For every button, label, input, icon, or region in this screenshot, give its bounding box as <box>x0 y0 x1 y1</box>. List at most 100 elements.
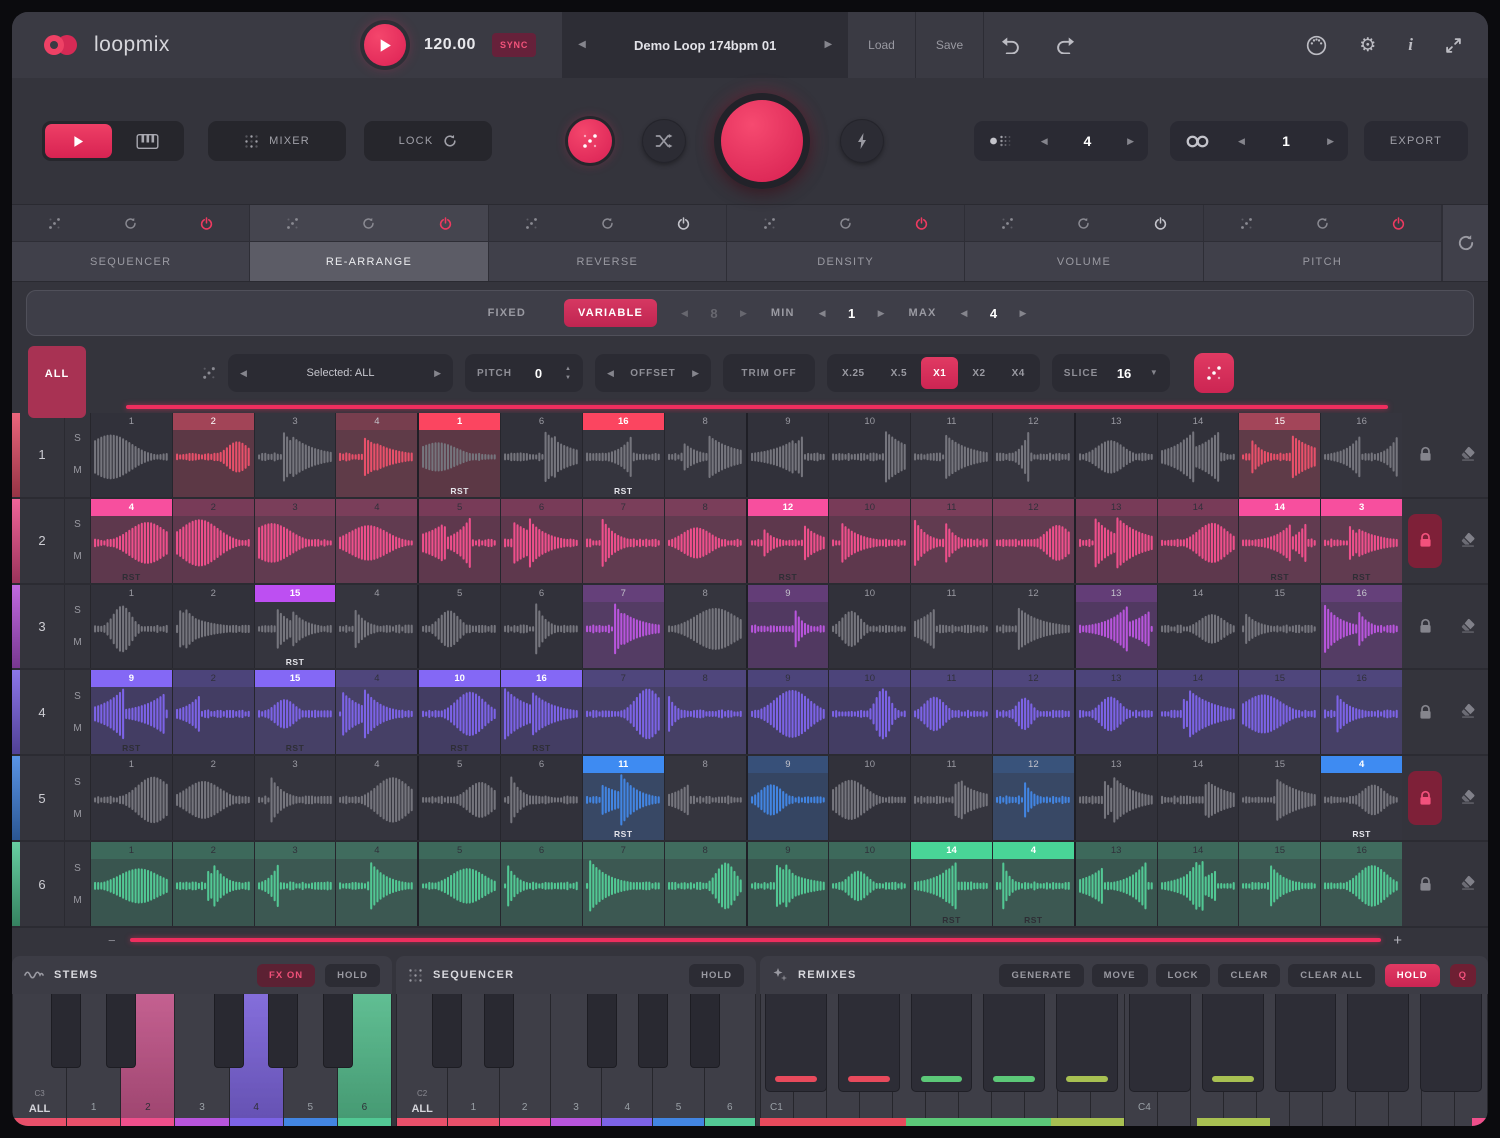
slice-cell[interactable]: 13 <box>1074 756 1157 840</box>
slice-cell[interactable]: 14 <box>1157 670 1239 754</box>
refresh-icon[interactable] <box>1316 217 1329 230</box>
offset-next-icon[interactable]: ▶ <box>692 369 699 378</box>
slice-cell[interactable]: 12 <box>992 585 1074 669</box>
max-up-icon[interactable]: ▶ <box>1019 309 1026 318</box>
solo-button[interactable]: S <box>74 519 81 530</box>
quantize-button[interactable]: Q <box>1450 964 1476 987</box>
module-tab-pitch[interactable]: PITCH <box>1204 205 1442 281</box>
remix-slot-key[interactable] <box>983 994 1045 1092</box>
track-lock-button[interactable] <box>1408 857 1442 911</box>
slice-cell[interactable]: 14 <box>1157 842 1239 926</box>
lock-button[interactable]: LOCK <box>364 121 492 161</box>
slice-cell[interactable]: 1 <box>91 413 172 497</box>
slice-cell[interactable]: 5 <box>417 756 500 840</box>
max-down-icon[interactable]: ◀ <box>961 309 968 318</box>
main-knob[interactable] <box>714 93 810 189</box>
refresh-icon[interactable] <box>124 217 137 230</box>
resize-icon[interactable] <box>1429 12 1478 78</box>
zoom-out-button[interactable]: − <box>108 933 116 948</box>
slice-cell[interactable]: 14 <box>1157 413 1239 497</box>
offset-prev-icon[interactable]: ◀ <box>607 369 614 378</box>
mute-button[interactable]: M <box>73 723 81 734</box>
slice-cell[interactable]: 11 <box>910 670 992 754</box>
track-eraser-button[interactable] <box>1460 875 1476 893</box>
slice-cell[interactable]: 13 <box>1074 499 1157 583</box>
black-key[interactable] <box>323 994 353 1068</box>
slice-cell[interactable]: 16 <box>1320 842 1402 926</box>
solo-button[interactable]: S <box>74 605 81 616</box>
randomize-slices-button[interactable] <box>1194 353 1234 393</box>
slice-cell[interactable]: 12 <box>992 413 1074 497</box>
module-tab-reverse[interactable]: REVERSE <box>489 205 727 281</box>
slice-cell[interactable]: 3 <box>254 413 336 497</box>
slice-cell[interactable]: 3 <box>254 756 336 840</box>
slice-cell[interactable]: 13 <box>1074 585 1157 669</box>
remix-slot-key[interactable] <box>1275 994 1337 1092</box>
slice-count-control[interactable]: SLICE 16 ▼ <box>1052 354 1170 392</box>
play-button[interactable] <box>364 24 406 66</box>
power-icon[interactable] <box>677 217 690 230</box>
playhead-bar-bottom[interactable] <box>130 938 1382 942</box>
rate-button-x4[interactable]: X4 <box>1000 357 1037 389</box>
slice-cell[interactable]: 1 <box>91 585 172 669</box>
modules-refresh-button[interactable] <box>1442 205 1488 281</box>
slice-cell[interactable]: 4 <box>335 842 417 926</box>
track-eraser-button[interactable] <box>1460 446 1476 464</box>
remix-generate-button[interactable]: GENERATE <box>999 964 1083 987</box>
power-icon[interactable] <box>439 217 452 230</box>
trigger-button[interactable] <box>840 119 884 163</box>
zoom-in-button[interactable]: + <box>1393 932 1402 949</box>
variable-button[interactable]: VARIABLE <box>564 299 657 327</box>
track-eraser-button[interactable] <box>1460 789 1476 807</box>
slice-cell[interactable]: 9 <box>746 670 829 754</box>
slice-cell[interactable]: 7 <box>582 842 664 926</box>
mute-button[interactable]: M <box>73 465 81 476</box>
slice-cell[interactable]: 10 <box>828 585 910 669</box>
settings-gear-icon[interactable]: ⚙ <box>1343 12 1392 78</box>
dice-button[interactable] <box>568 119 612 163</box>
slice-cell[interactable]: 15 <box>1238 842 1320 926</box>
slice-cell[interactable]: 1 <box>91 756 172 840</box>
black-key[interactable] <box>51 994 81 1068</box>
slice-cell[interactable]: 15 <box>1238 670 1320 754</box>
slice-cell[interactable]: 7 <box>582 499 664 583</box>
slice-cell[interactable]: 14 <box>1157 585 1239 669</box>
play-view-button[interactable] <box>45 124 112 158</box>
slice-cell[interactable]: 9 <box>746 413 829 497</box>
slice-cell[interactable]: 2 <box>172 585 254 669</box>
slice-cell[interactable]: 10 <box>828 842 910 926</box>
slice-cell[interactable]: 6 <box>500 756 582 840</box>
track-lock-button[interactable] <box>1408 771 1442 825</box>
module-tab-re-arrange[interactable]: RE-ARRANGE <box>250 205 488 281</box>
mute-button[interactable]: M <box>73 895 81 906</box>
slice-cell[interactable]: 13 <box>1074 670 1157 754</box>
remix-clear-all-button[interactable]: CLEAR ALL <box>1288 964 1374 987</box>
slice-cell[interactable]: 5 <box>417 842 500 926</box>
selected-prev-icon[interactable]: ◀ <box>240 369 247 378</box>
black-key[interactable] <box>432 994 462 1068</box>
black-key[interactable] <box>638 994 668 1068</box>
slice-cell[interactable]: 6 <box>500 413 582 497</box>
slice-cell[interactable]: 8 <box>664 413 746 497</box>
remix-hold-button[interactable]: HOLD <box>1385 964 1440 987</box>
preset-prev-icon[interactable]: ◀ <box>578 40 586 50</box>
pattern-icon[interactable] <box>525 217 538 230</box>
playhead-bar-top[interactable] <box>126 405 1388 409</box>
remix-slot-key[interactable] <box>765 994 827 1092</box>
slice-cell[interactable]: 7 <box>582 585 664 669</box>
slice-cell[interactable]: 4RST <box>91 499 172 583</box>
remix-slot-key[interactable] <box>1056 994 1118 1092</box>
mute-button[interactable]: M <box>73 551 81 562</box>
power-icon[interactable] <box>200 217 213 230</box>
power-icon[interactable] <box>1154 217 1167 230</box>
slice-cell[interactable]: 16 <box>1320 413 1402 497</box>
rate-button-x2[interactable]: X2 <box>960 357 997 389</box>
slice-cell[interactable]: 16 <box>1320 670 1402 754</box>
slice-cell[interactable]: 4 <box>335 756 417 840</box>
slice-cell[interactable]: 12RST <box>746 499 829 583</box>
slice-cell[interactable]: 7 <box>582 670 664 754</box>
slice-cell[interactable]: 1RST <box>417 413 500 497</box>
pattern-icon[interactable] <box>286 217 299 230</box>
slice-cell[interactable]: 11 <box>910 499 992 583</box>
slice-cell[interactable]: 4 <box>335 585 417 669</box>
